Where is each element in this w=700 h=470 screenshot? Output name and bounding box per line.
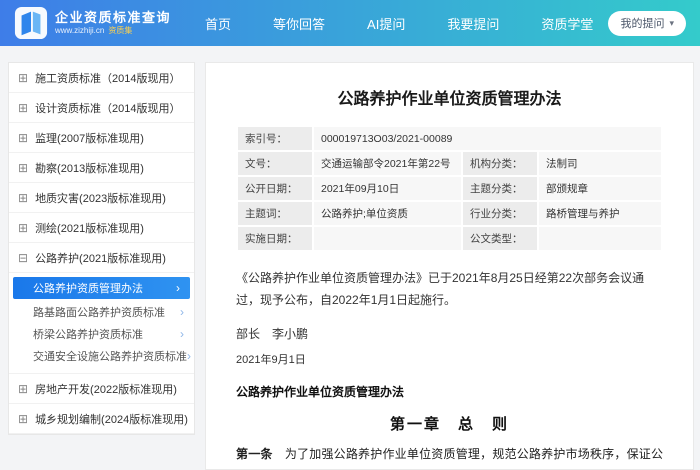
sidebar-item-label: 勘察(2013版标准现用) [35, 162, 144, 175]
subitem-label: 路基路面公路养护资质标准 [33, 307, 165, 319]
caret-down-icon: ▾ [669, 17, 674, 28]
sign-date: 2021年9月1日 [236, 354, 306, 367]
meta-label-pubdate: 公开日期： [238, 177, 312, 200]
minus-square-icon[interactable]: ⊟ [18, 252, 28, 264]
my-questions-button[interactable]: 我的提问 ▾ [608, 10, 686, 36]
article-text: 为了加强公路养护作业单位资质管理，规范公路养护市场秩序，保证公路养护质量和安全，… [284, 447, 663, 462]
chevron-right-icon: › [176, 281, 180, 295]
main-content: 公路养护作业单位资质管理办法 索引号： 000019713O03/2021-00… [205, 62, 694, 470]
site-url: www.zizhiji.cn [55, 26, 105, 36]
document-subtitle: 公路养护作业单位资质管理办法 [236, 385, 405, 400]
meta-value-doctype [539, 227, 661, 250]
meta-value-impl [314, 227, 461, 250]
announcement-paragraph: 《公路养护作业单位资质管理办法》已于2021年8月25日经第22次部务会议通过，… [236, 271, 645, 307]
meta-row-pubdate: 公开日期： 2021年09月10日 主题分类： 部颁规章 [238, 177, 661, 200]
sidebar-item-supervision[interactable]: ⊞ 监理(2007版标准现用) [9, 123, 194, 153]
sidebar-item-label: 监理(2007版标准现用) [35, 132, 144, 145]
plus-square-icon[interactable]: ⊞ [18, 383, 28, 395]
meta-label-docno: 文号： [238, 152, 312, 175]
site-logo-icon [14, 6, 48, 40]
subitem-label: 公路养护资质管理办法 [33, 283, 143, 295]
plus-square-icon[interactable]: ⊞ [18, 162, 28, 174]
logo-text: 企业资质标准查询 www.zizhiji.cn 资质集 [55, 10, 171, 36]
meta-label-doctype: 公文类型： [463, 227, 537, 250]
main-nav: 首页 等你回答 AI提问 我要提问 资质学堂 [205, 14, 593, 33]
nav-ai-question[interactable]: AI提问 [367, 14, 405, 33]
meta-row-docno: 文号： 交通运输部令2021年第22号 机构分类： 法制司 [238, 152, 661, 175]
sidebar-item-survey[interactable]: ⊞ 勘察(2013版标准现用) [9, 153, 194, 183]
meta-row-keywords: 主题词： 公路养护;单位资质 行业分类： 路桥管理与养护 [238, 202, 661, 225]
meta-label-index: 索引号： [238, 127, 312, 150]
doc-meta-table: 索引号： 000019713O03/2021-00089 文号： 交通运输部令2… [236, 125, 663, 252]
sidebar-item-label: 测绘(2021版标准现用) [35, 222, 144, 235]
meta-value-topic: 部颁规章 [539, 177, 661, 200]
site-title: 企业资质标准查询 [55, 9, 172, 25]
meta-label-topic: 主题分类： [463, 177, 537, 200]
logo-subtitle-row: www.zizhiji.cn 资质集 [55, 26, 171, 36]
logo-badge: 资质集 [108, 26, 133, 36]
sidebar-sublist-highway: 公路养护资质管理办法 › 路基路面公路养护资质标准 › 桥梁公路养护资质标准 ›… [9, 273, 194, 374]
article-paragraph: 第一条 为了加强公路养护作业单位资质管理，规范公路养护市场秩序，保证公路养护质量… [236, 443, 663, 469]
sidebar-item-label: 设计资质标准（2014版现用） [35, 102, 181, 115]
sidebar-item-mapping[interactable]: ⊞ 测绘(2021版标准现用) [9, 213, 194, 243]
sidebar-item-design[interactable]: ⊞ 设计资质标准（2014版现用） [9, 93, 194, 123]
meta-value-docno: 交通运输部令2021年第22号 [314, 152, 461, 175]
subitem-roadbed-standard[interactable]: 路基路面公路养护资质标准 › [9, 301, 194, 323]
meta-label-org: 机构分类： [463, 152, 537, 175]
page: 企业资质标准查询 www.zizhiji.cn 资质集 首页 等你回答 AI提问… [0, 0, 700, 470]
meta-row-impl: 实施日期： 公文类型： [238, 227, 661, 250]
sidebar-item-highway-maintenance[interactable]: ⊟ 公路养护(2021版标准现用) [9, 243, 194, 273]
subitem-maintenance-measures[interactable]: 公路养护资质管理办法 › [13, 277, 190, 299]
plus-square-icon[interactable]: ⊞ [18, 72, 28, 84]
chevron-right-icon: › [180, 305, 184, 319]
plus-square-icon[interactable]: ⊞ [18, 192, 28, 204]
sidebar-item-label: 公路养护(2021版标准现用) [35, 252, 166, 265]
subitem-label: 桥梁公路养护资质标准 [33, 329, 143, 341]
sidebar-item-construction[interactable]: ⊞ 施工资质标准（2014版现用） [9, 63, 194, 93]
signer-line: 部长 李小鹏 [236, 327, 309, 342]
article-number: 第一条 [236, 447, 273, 462]
meta-row-index: 索引号： 000019713O03/2021-00089 [238, 127, 661, 150]
nav-ask[interactable]: 我要提问 [447, 14, 499, 33]
sidebar: ⊞ 施工资质标准（2014版现用） ⊞ 设计资质标准（2014版现用） ⊞ 监理… [8, 62, 195, 435]
meta-value-org: 法制司 [539, 152, 661, 175]
plus-square-icon[interactable]: ⊞ [18, 132, 28, 144]
plus-square-icon[interactable]: ⊞ [18, 413, 28, 425]
plus-square-icon[interactable]: ⊞ [18, 102, 28, 114]
plus-square-icon[interactable]: ⊞ [18, 222, 28, 234]
site-logo[interactable]: 企业资质标准查询 www.zizhiji.cn 资质集 [14, 6, 171, 40]
my-questions-label: 我的提问 [620, 18, 665, 30]
meta-value-industry: 路桥管理与养护 [539, 202, 661, 225]
top-navbar: 企业资质标准查询 www.zizhiji.cn 资质集 首页 等你回答 AI提问… [0, 0, 700, 46]
meta-value-pubdate: 2021年09月10日 [314, 177, 461, 200]
subitem-traffic-safety-standard[interactable]: 交通安全设施公路养护资质标准 › [9, 345, 194, 367]
meta-label-keywords: 主题词： [238, 202, 312, 225]
chevron-right-icon: › [180, 327, 184, 341]
sidebar-item-label: 施工资质标准（2014版现用） [35, 72, 181, 85]
chevron-right-icon: › [187, 349, 191, 363]
nav-answer[interactable]: 等你回答 [273, 14, 325, 33]
meta-label-impl: 实施日期： [238, 227, 312, 250]
sidebar-item-urban-planning[interactable]: ⊞ 城乡规划编制(2024版标准现用) [9, 404, 194, 434]
subitem-bridge-standard[interactable]: 桥梁公路养护资质标准 › [9, 323, 194, 345]
sidebar-item-label: 城乡规划编制(2024版标准现用) [35, 413, 188, 426]
subitem-label: 交通安全设施公路养护资质标准 [33, 351, 187, 363]
nav-school[interactable]: 资质学堂 [541, 14, 593, 33]
sidebar-item-geohazard[interactable]: ⊞ 地质灾害(2023版标准现用) [9, 183, 194, 213]
meta-label-industry: 行业分类： [463, 202, 537, 225]
chapter-heading: 第一章 总 则 [389, 416, 509, 434]
meta-value-index: 000019713O03/2021-00089 [314, 127, 661, 150]
nav-home[interactable]: 首页 [205, 14, 231, 33]
page-title: 公路养护作业单位资质管理办法 [337, 91, 562, 108]
sidebar-item-label: 房地产开发(2022版标准现用) [35, 383, 177, 396]
meta-value-keywords: 公路养护;单位资质 [314, 202, 461, 225]
sidebar-item-label: 地质灾害(2023版标准现用) [35, 192, 166, 205]
content-layout: ⊞ 施工资质标准（2014版现用） ⊞ 设计资质标准（2014版现用） ⊞ 监理… [0, 46, 700, 470]
sidebar-item-realestate[interactable]: ⊞ 房地产开发(2022版标准现用) [9, 374, 194, 404]
